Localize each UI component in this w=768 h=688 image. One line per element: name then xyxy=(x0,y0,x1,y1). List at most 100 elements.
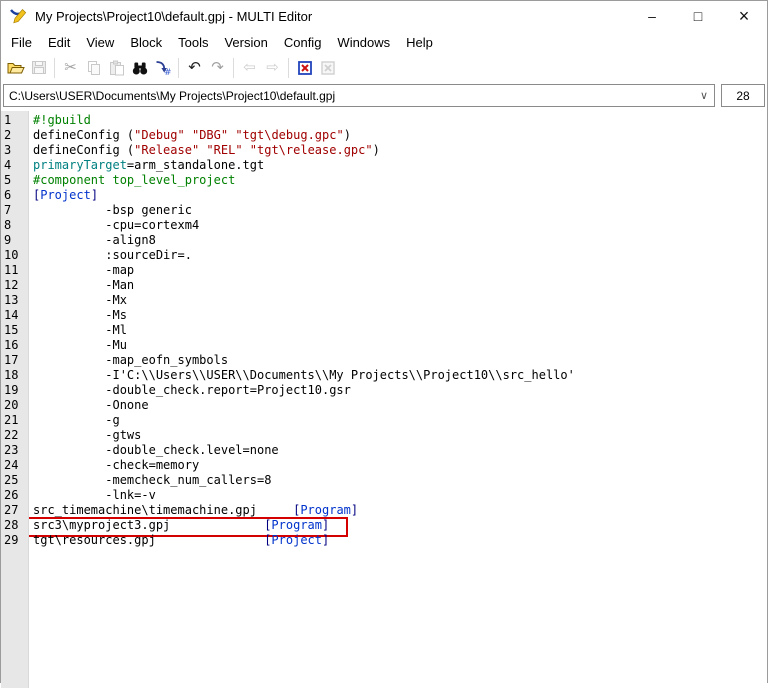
cut-icon: ✂ xyxy=(64,59,77,77)
code-line-17[interactable]: -map_eofn_symbols xyxy=(29,353,767,368)
code-line-15[interactable]: -Ml xyxy=(29,323,767,338)
code-line-1[interactable]: #!gbuild xyxy=(29,113,767,128)
code-line-16[interactable]: -Mu xyxy=(29,338,767,353)
menu-block[interactable]: Block xyxy=(122,33,170,52)
code-line-20[interactable]: -Onone xyxy=(29,398,767,413)
code-line-7[interactable]: -bsp generic xyxy=(29,203,767,218)
maximize-button[interactable]: □ xyxy=(675,1,721,31)
undo-button[interactable]: ↶ xyxy=(183,57,206,79)
menu-help[interactable]: Help xyxy=(398,33,441,52)
line-number: 5 xyxy=(1,173,28,188)
menu-windows[interactable]: Windows xyxy=(329,33,398,52)
code-line-21[interactable]: -g xyxy=(29,413,767,428)
toolbar-separator xyxy=(288,58,289,78)
line-number: 17 xyxy=(1,353,28,368)
code-line-8[interactable]: -cpu=cortexm4 xyxy=(29,218,767,233)
minimize-button[interactable]: – xyxy=(629,1,675,31)
code-line-2[interactable]: defineConfig ("Debug" "DBG" "tgt\debug.g… xyxy=(29,128,767,143)
closefile-icon xyxy=(297,60,313,76)
code-line-12[interactable]: -Man xyxy=(29,278,767,293)
line-number: 15 xyxy=(1,323,28,338)
line-number: 11 xyxy=(1,263,28,278)
line-number: 4 xyxy=(1,158,28,173)
line-number: 9 xyxy=(1,233,28,248)
line-number: 21 xyxy=(1,413,28,428)
title-bar: My Projects\Project10\default.gpj - MULT… xyxy=(1,1,767,31)
line-number: 18 xyxy=(1,368,28,383)
copy-icon xyxy=(86,60,102,76)
find-icon xyxy=(131,60,149,76)
menu-file[interactable]: File xyxy=(3,33,40,52)
line-number: 19 xyxy=(1,383,28,398)
code-line-10[interactable]: :sourceDir=. xyxy=(29,248,767,263)
line-number: 25 xyxy=(1,473,28,488)
undo-icon: ↶ xyxy=(188,59,201,77)
redo-button: ↷ xyxy=(206,57,229,79)
line-number: 24 xyxy=(1,458,28,473)
code-line-11[interactable]: -map xyxy=(29,263,767,278)
code-line-24[interactable]: -check=memory xyxy=(29,458,767,473)
line-number: 8 xyxy=(1,218,28,233)
code-line-23[interactable]: -double_check.level=none xyxy=(29,443,767,458)
code-line-3[interactable]: defineConfig ("Release" "REL" "tgt\relea… xyxy=(29,143,767,158)
line-number-box[interactable]: 28 xyxy=(721,84,765,107)
code-line-6[interactable]: [Project] xyxy=(29,188,767,203)
code-line-13[interactable]: -Mx xyxy=(29,293,767,308)
line-number: 7 xyxy=(1,203,28,218)
code-line-9[interactable]: -align8 xyxy=(29,233,767,248)
cut-button: ✂ xyxy=(59,57,82,79)
close-button[interactable]: × xyxy=(721,1,767,31)
code-line-19[interactable]: -double_check.report=Project10.gsr xyxy=(29,383,767,398)
code-line-18[interactable]: -I'C:\\Users\\USER\\Documents\\My Projec… xyxy=(29,368,767,383)
code-line-26[interactable]: -lnk=-v xyxy=(29,488,767,503)
line-number: 26 xyxy=(1,488,28,503)
code-line-14[interactable]: -Ms xyxy=(29,308,767,323)
paste-button xyxy=(105,57,128,79)
path-bar: C:\Users\USER\Documents\My Projects\Proj… xyxy=(1,81,767,111)
goto-line-button[interactable]: # xyxy=(151,57,174,79)
open-button[interactable] xyxy=(4,57,27,79)
file-path-combobox[interactable]: C:\Users\USER\Documents\My Projects\Proj… xyxy=(3,84,715,107)
multi-editor-window: { "window": { "title": "My Projects\\Pro… xyxy=(0,0,768,683)
code-line-5[interactable]: #component top_level_project xyxy=(29,173,767,188)
toolbar-separator xyxy=(233,58,234,78)
find-button[interactable] xyxy=(128,57,151,79)
toolbar-separator xyxy=(54,58,55,78)
goto-icon: # xyxy=(154,60,171,76)
chevron-down-icon[interactable]: ∨ xyxy=(694,89,714,102)
line-number: 23 xyxy=(1,443,28,458)
forward-icon: ⇨ xyxy=(266,59,279,77)
line-number: 14 xyxy=(1,308,28,323)
open-icon xyxy=(7,60,25,76)
menu-config[interactable]: Config xyxy=(276,33,330,52)
forward-button: ⇨ xyxy=(261,57,284,79)
svg-text:#: # xyxy=(164,68,171,76)
line-number-gutter: 1234567891011121314151617181920212223242… xyxy=(1,111,29,688)
menu-view[interactable]: View xyxy=(78,33,122,52)
file-path-text: C:\Users\USER\Documents\My Projects\Proj… xyxy=(9,89,335,103)
save-button xyxy=(27,57,50,79)
menu-tools[interactable]: Tools xyxy=(170,33,216,52)
toolbar: ✂ # ↶ ↷ ⇦ ⇨ xyxy=(1,54,767,81)
line-number: 29 xyxy=(1,533,28,548)
back-icon: ⇦ xyxy=(243,59,256,77)
menu-version[interactable]: Version xyxy=(216,33,275,52)
menu-edit[interactable]: Edit xyxy=(40,33,78,52)
code-line-29[interactable]: tgt\resources.gpj [Project] xyxy=(29,533,767,548)
code-line-22[interactable]: -gtws xyxy=(29,428,767,443)
copy-button xyxy=(82,57,105,79)
code-area[interactable]: #!gbuilddefineConfig ("Debug" "DBG" "tgt… xyxy=(29,111,767,688)
line-number: 28 xyxy=(1,518,28,533)
code-line-27[interactable]: src_timemachine\timemachine.gpj [Program… xyxy=(29,503,767,518)
line-number: 27 xyxy=(1,503,28,518)
line-number: 16 xyxy=(1,338,28,353)
code-line-25[interactable]: -memcheck_num_callers=8 xyxy=(29,473,767,488)
close-file-button[interactable] xyxy=(293,57,316,79)
code-line-4[interactable]: primaryTarget=arm_standalone.tgt xyxy=(29,158,767,173)
line-number: 10 xyxy=(1,248,28,263)
line-number: 2 xyxy=(1,128,28,143)
close-all-button xyxy=(316,57,339,79)
multi-editor-app-icon xyxy=(9,8,28,25)
line-number: 13 xyxy=(1,293,28,308)
code-line-28[interactable]: src3\myproject3.gpj [Program] xyxy=(29,518,767,533)
